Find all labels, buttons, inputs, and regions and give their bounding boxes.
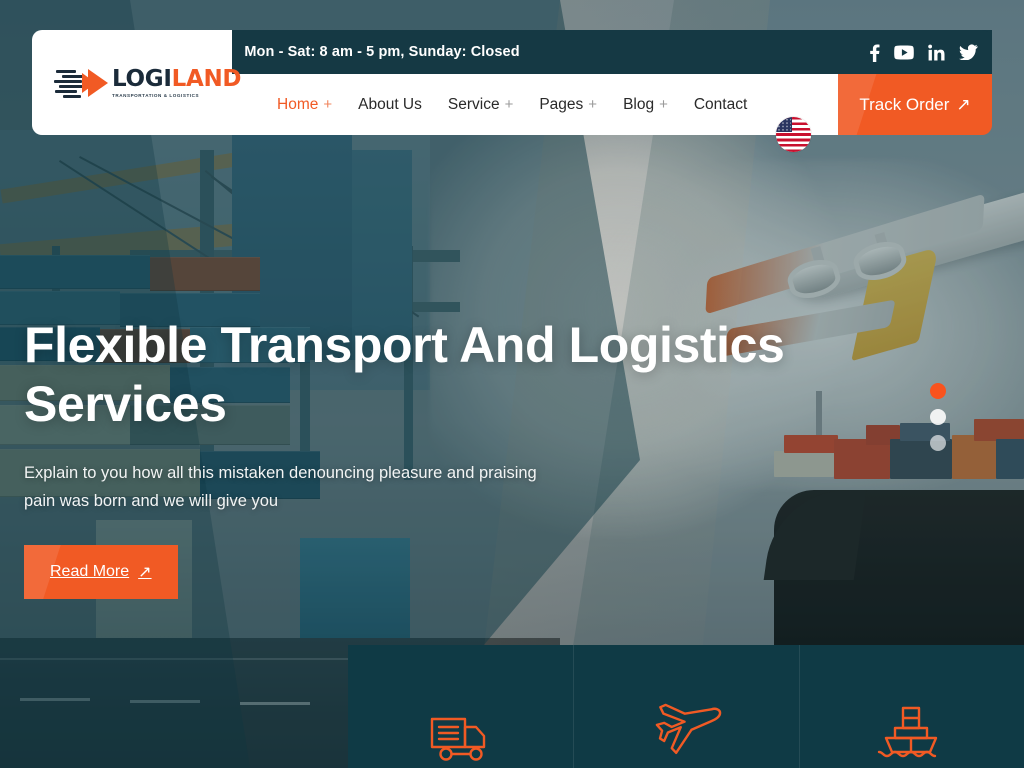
hero-subtitle: Explain to you how all this mistaken den… [24, 464, 537, 510]
service-card-ocean-freight[interactable] [798, 645, 1024, 768]
slider-dot-3[interactable] [930, 435, 946, 451]
nav-item-service[interactable]: Service + [435, 96, 526, 114]
chevron-plus-icon: + [659, 96, 668, 113]
slider-dots [930, 383, 946, 451]
slider-dot-1[interactable] [930, 383, 946, 399]
read-more-label: Read More [50, 563, 130, 581]
header-top-bar-corner [976, 30, 992, 74]
chevron-plus-icon: + [504, 96, 514, 113]
track-order-button[interactable]: Track Order ↗ [838, 74, 992, 135]
logo-name-part2: LAND [171, 66, 242, 92]
track-order-label: Track Order [859, 94, 950, 114]
nav-label: Blog [623, 95, 655, 113]
nav-label: Service [447, 95, 500, 113]
site-header: Mon - Sat: 8 am - 5 pm, Sunday: Closed L… [32, 30, 992, 152]
slider-dot-2[interactable] [930, 409, 946, 425]
main-navigation: Home + About Us Service + Pages + Blog +… [264, 74, 760, 135]
youtube-icon[interactable] [894, 45, 914, 60]
logo-name-part1: LOGI [112, 66, 172, 92]
delivery-truck-icon [429, 710, 493, 764]
nav-label: Contact [693, 95, 748, 113]
arrow-up-right-icon: ↗ [138, 564, 152, 582]
arrow-up-right-icon: ↗ [956, 94, 971, 114]
us-flag-icon[interactable] [776, 117, 811, 152]
chevron-plus-icon: + [588, 96, 598, 113]
service-card-air-freight[interactable] [573, 645, 798, 768]
read-more-button[interactable]: Read More ↗ [24, 545, 178, 600]
nav-label: Pages [539, 95, 584, 113]
twitter-icon[interactable] [959, 44, 978, 60]
nav-label: Home [277, 95, 319, 113]
facebook-icon[interactable] [869, 43, 880, 62]
nav-item-blog[interactable]: Blog + [610, 96, 681, 114]
nav-item-about-us[interactable]: About Us [345, 96, 435, 114]
nav-item-pages[interactable]: Pages + [526, 96, 610, 114]
linkedin-icon[interactable] [928, 44, 945, 61]
hero-title: Flexible Transport And Logistics Service… [24, 317, 785, 432]
cargo-ship-icon [875, 704, 947, 764]
logo-tagline: TRANSPORTATION & LOGISTICS [112, 93, 200, 98]
hero-content: Flexible Transport And Logistics Service… [24, 316, 844, 600]
nav-item-home[interactable]: Home + [264, 96, 345, 114]
social-links [869, 30, 978, 74]
site-logo[interactable]: LOGILAND TRANSPORTATION & LOGISTICS [54, 66, 242, 99]
chevron-plus-icon: + [323, 96, 333, 113]
nav-label: About Us [358, 95, 422, 113]
services-panel [348, 645, 1024, 768]
airplane-icon [647, 702, 725, 764]
speed-arrow-icon [54, 68, 108, 99]
nav-item-contact[interactable]: Contact [681, 96, 760, 114]
service-card-road-freight[interactable] [348, 645, 573, 768]
